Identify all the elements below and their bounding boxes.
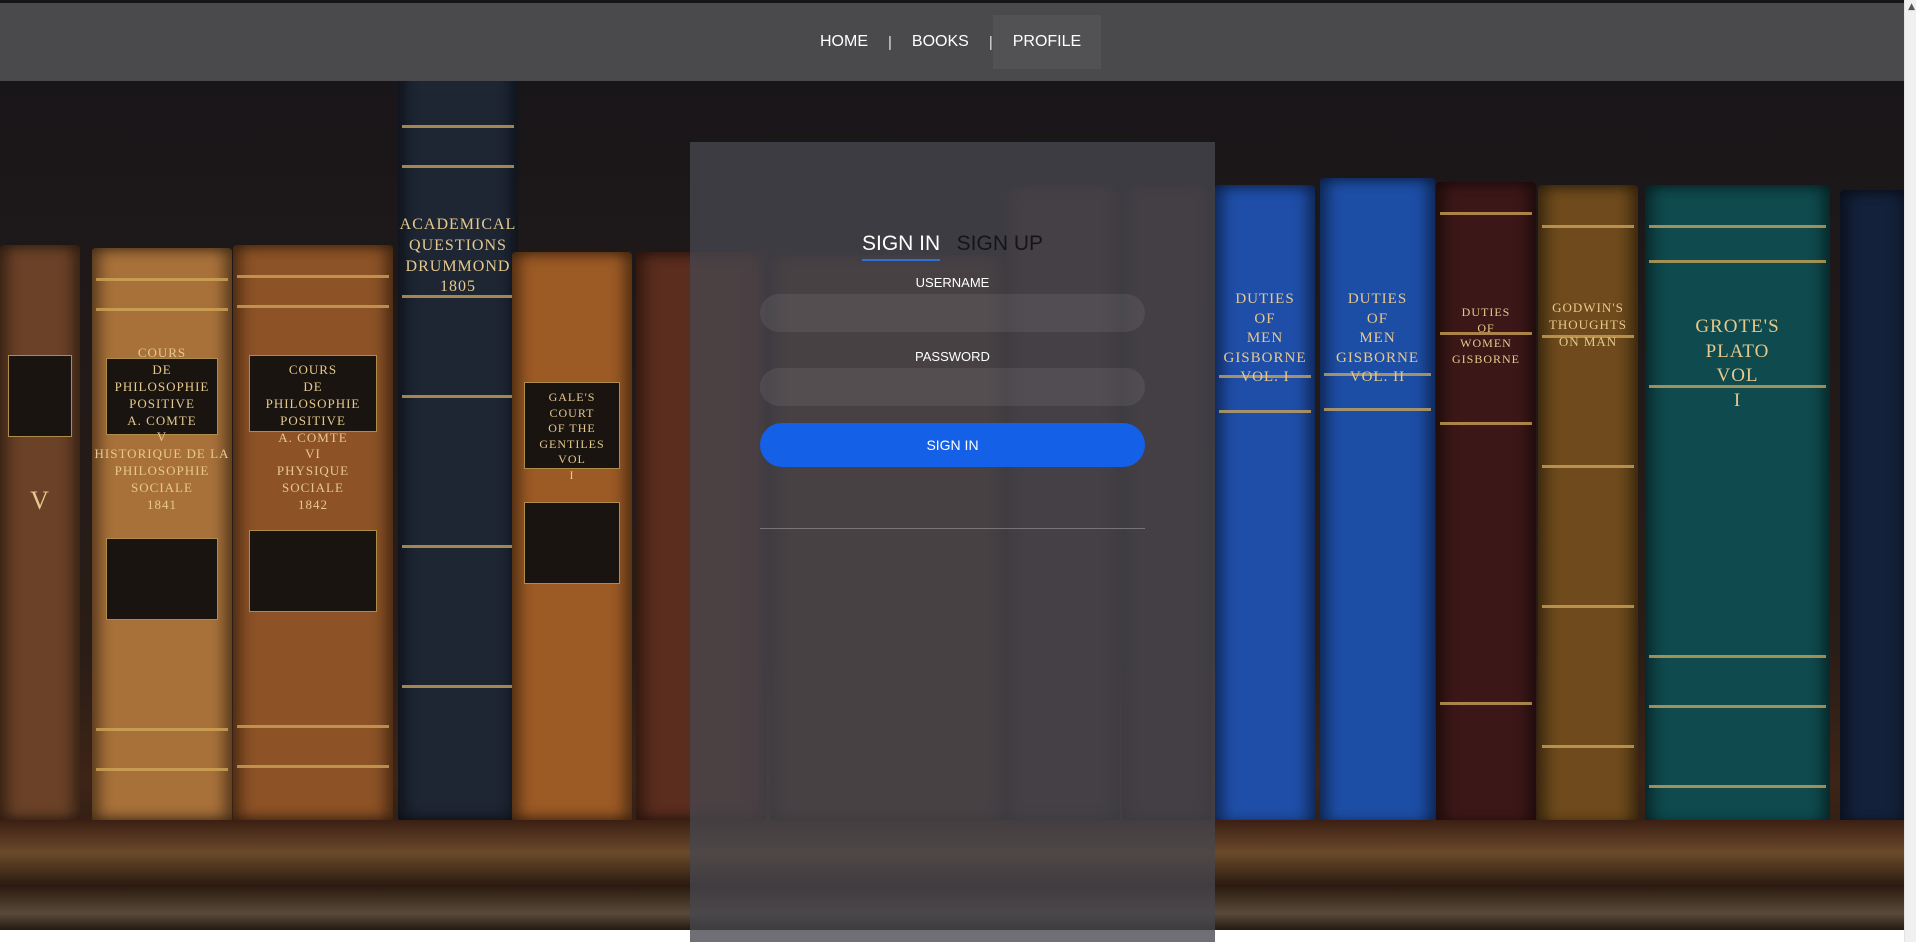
book-spine-line: V (156, 429, 168, 445)
book-spine-line: HISTORIQUE DE LA (94, 446, 230, 462)
book-spine-line: VOL. I (1240, 369, 1290, 385)
book-spine-line: VOL (1716, 365, 1759, 387)
book-spine-line: PLATO (1705, 340, 1770, 362)
book-spine-line: SOCIALE (131, 480, 193, 496)
password-input[interactable] (760, 368, 1145, 406)
book-spine-text: COURS DE PHILOSOPHIE POSITIVE A. COMTE VI PHYS… (233, 362, 393, 514)
book-spine-line: POSITIVE (280, 412, 346, 428)
password-label: PASSWORD (915, 349, 990, 364)
nav-profile-link[interactable]: PROFILE (992, 15, 1102, 69)
book-spine-text: DUTIES OF MEN GISBORNE VOL. II (1320, 290, 1435, 388)
book-spine-line: I (1733, 390, 1742, 412)
book-spine-line: PHILOSOPHIE (265, 395, 361, 411)
book-spine-line: DE (303, 378, 323, 394)
book-spine-line: DUTIES (1461, 305, 1511, 319)
book-spine-line: OF (1366, 310, 1389, 327)
book-spine (1320, 178, 1435, 825)
book-spine-line: 1841 (147, 497, 177, 513)
book-spine-line: WOMEN (1460, 336, 1512, 351)
sign-in-button[interactable]: SIGN IN (760, 423, 1145, 467)
book-spine (1840, 190, 1905, 825)
book-spine (1645, 185, 1830, 825)
book-spine-line: COURS (288, 362, 338, 377)
top-navbar: HOME | BOOKS | PROFILE (0, 3, 1905, 81)
nav-home-link[interactable]: HOME (800, 15, 888, 69)
book-spine-line: DUTIES (1347, 291, 1408, 307)
book-spine-line: MEN (1359, 330, 1396, 346)
book-spine-line: A. COMTE (278, 429, 348, 445)
book-spine-line: GALE'S (548, 390, 596, 404)
book-spine-line: SOCIALE (282, 480, 344, 496)
nav-menu: HOME | BOOKS | PROFILE (800, 15, 1102, 69)
book-spine-line: GISBORNE (1335, 349, 1419, 366)
book-spine-line: GODWIN'S (1552, 300, 1624, 315)
book-spine-line: GISBORNE (1223, 349, 1307, 366)
book-spine-line: GROTE'S (1695, 316, 1780, 337)
divider (760, 528, 1145, 529)
page-scrollbar[interactable]: ▲ (1904, 0, 1916, 942)
book-spine-line: OF (1254, 310, 1276, 327)
book-spine-line: MEN (1246, 330, 1284, 346)
book-spine-line: DUTIES (1235, 291, 1295, 307)
book-spine-line: THOUGHTS (1548, 316, 1628, 332)
login-panel: SIGN IN SIGN UP USERNAME PASSWORD SIGN I… (690, 142, 1215, 942)
book-spine (1436, 182, 1536, 825)
book-spine (1215, 185, 1315, 825)
book-spine-line: COURS (137, 345, 187, 360)
book-spine-text: GALE'S COURT OF THE GENTILES VOL I (512, 390, 632, 484)
book-spine-text: GROTE'S PLATO VOL I (1645, 315, 1830, 414)
book-spine-text: ACADEMICAL QUESTIONS DRUMMOND 1805 (398, 215, 518, 298)
auth-tabs: SIGN IN SIGN UP (690, 232, 1215, 261)
book-spine (1538, 185, 1638, 825)
book-spine (398, 65, 518, 820)
username-input[interactable] (760, 294, 1145, 332)
book-spine: V (0, 245, 80, 820)
tab-sign-up[interactable]: SIGN UP (957, 232, 1043, 259)
book-spine-line: ON MAN (1558, 333, 1618, 349)
book-spine-line: PHYSIQUE (276, 463, 350, 479)
book-spine-line: ACADEMICAL (399, 216, 517, 233)
book-spine-line: VOL. II (1349, 369, 1406, 385)
book-spine-line: POSITIVE (129, 395, 195, 411)
book-spine-line: VI (305, 446, 321, 462)
book-spine (233, 245, 393, 820)
book-spine-line: OF THE (548, 421, 596, 436)
book-spine-line: DRUMMOND (405, 257, 511, 275)
book-spine (92, 248, 232, 820)
book-spine-line: PHILOSOPHIE (114, 378, 210, 394)
username-label: USERNAME (915, 275, 990, 290)
book-spine-line: GISBORNE (1451, 351, 1520, 366)
book-spine-line: I (569, 467, 575, 482)
book-spine-line: 1842 (298, 497, 328, 513)
book-spine-line: GENTILES (539, 436, 605, 451)
scroll-up-arrow-icon[interactable]: ▲ (1908, 2, 1915, 12)
book-spine-text: DUTIES OF MEN GISBORNE VOL. I (1215, 290, 1315, 388)
book-spine-line: COURT (549, 405, 595, 420)
book-spine-text: DUTIES OF WOMEN GISBORNE (1436, 305, 1536, 367)
book-spine-line: OF (1477, 320, 1495, 335)
book-spine-text: COURS DE PHILOSOPHIE POSITIVE A. COMTE V HISTO… (92, 345, 232, 514)
book-spine-text: GODWIN'S THOUGHTS ON MAN (1538, 300, 1638, 351)
book-spine-line: PHILOSOPHIE (114, 463, 210, 479)
book-spine-line: DE (152, 361, 172, 377)
book-spine (512, 252, 632, 820)
tab-sign-in[interactable]: SIGN IN (862, 232, 941, 261)
book-spine-line: VOL (558, 452, 586, 467)
book-spine-line: QUESTIONS (409, 236, 507, 254)
book-spine-line: 1805 (440, 278, 476, 296)
book-spine-line: A. COMTE (127, 412, 197, 428)
nav-books-link[interactable]: BOOKS (892, 15, 989, 69)
